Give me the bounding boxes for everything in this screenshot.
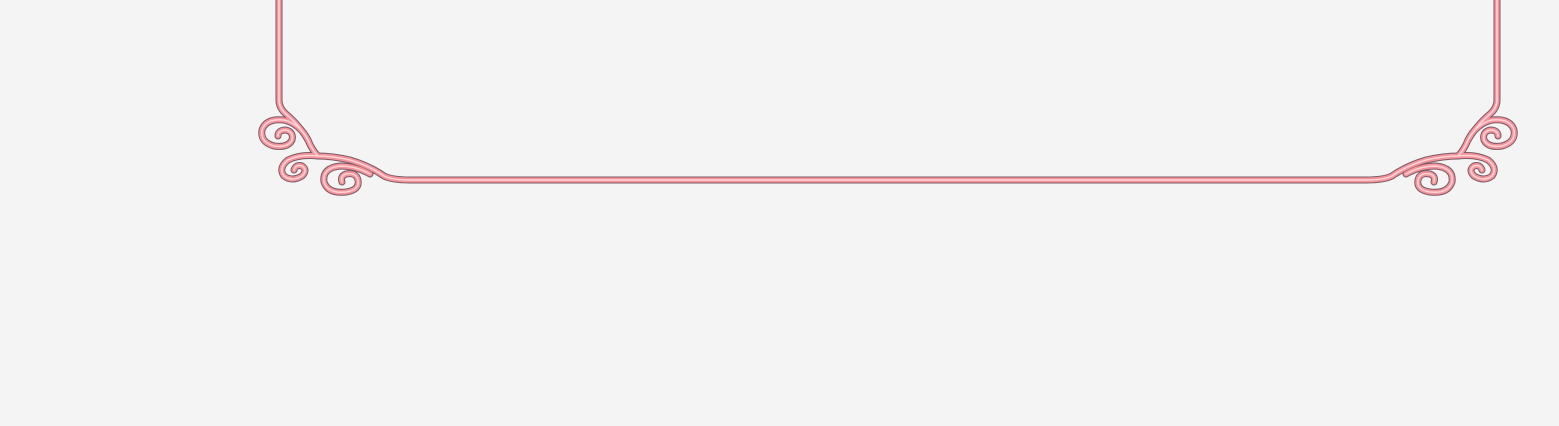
frame-stroke [262, 0, 1515, 192]
frame-highlight [261, 0, 1515, 194]
decorative-frame [0, 0, 1559, 426]
canvas [0, 0, 1559, 426]
frame-shadow [262, 0, 1515, 192]
